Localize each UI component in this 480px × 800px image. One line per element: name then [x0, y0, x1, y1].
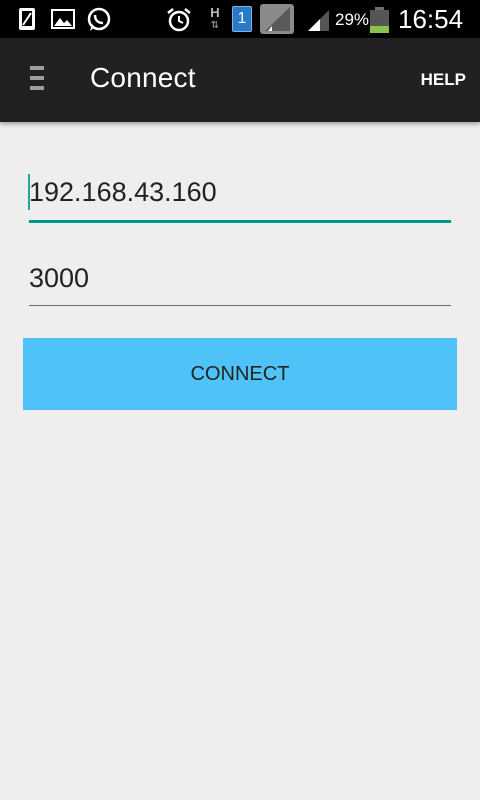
signal-icon	[308, 10, 329, 31]
gallery-icon	[51, 9, 75, 29]
battery-percent: 29%	[335, 10, 370, 29]
battery-fill	[370, 26, 389, 33]
ip-address-field[interactable]: 192.168.43.160	[28, 172, 451, 224]
connect-button-label: CONNECT	[190, 362, 290, 385]
port-value: 3000	[29, 263, 90, 293]
no-signal-icon	[260, 4, 294, 34]
status-bar: H ⇅ 1 29% 16:54	[0, 0, 480, 38]
page-title: Connect	[90, 62, 196, 93]
ip-field-underline	[29, 220, 451, 223]
sim-1-label: 1	[237, 10, 247, 27]
alarm-icon	[167, 8, 191, 32]
connect-button[interactable]: CONNECT	[23, 338, 457, 410]
port-field[interactable]: 3000	[29, 258, 451, 308]
status-time: 16:54	[398, 4, 464, 34]
menu-icon[interactable]	[22, 66, 52, 94]
action-bar: Connect HELP	[0, 38, 480, 122]
help-button[interactable]: HELP	[421, 70, 466, 90]
battery-icon	[370, 7, 389, 33]
notification-phone-icon	[19, 8, 35, 30]
sim-1-icon: 1	[232, 6, 252, 32]
h-data-icon: H ⇅	[210, 5, 220, 31]
h-data-label: H	[210, 5, 220, 20]
port-field-underline	[29, 305, 451, 306]
ip-address-value: 192.168.43.160	[29, 177, 217, 207]
whatsapp-icon	[87, 7, 111, 31]
